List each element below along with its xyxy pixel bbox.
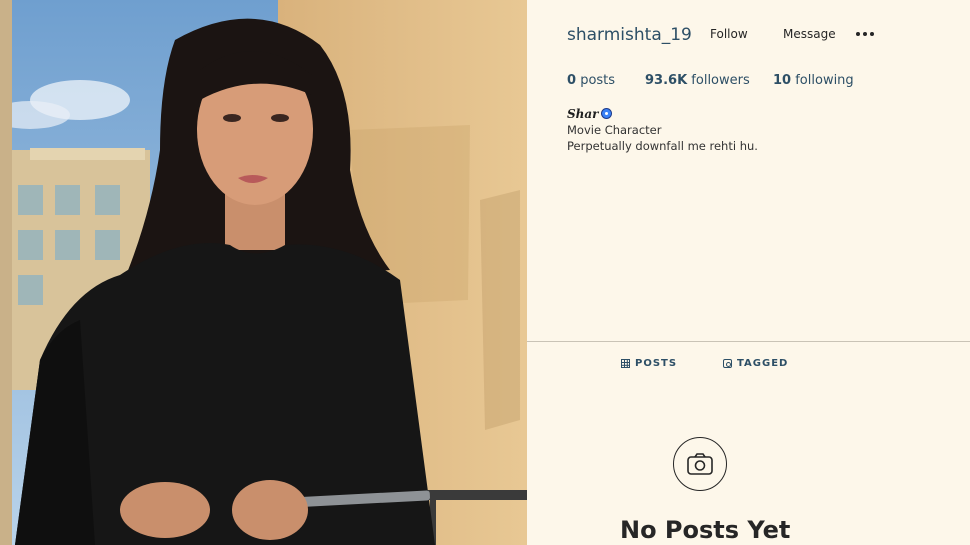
- followers-count-value: 93.6K: [645, 73, 688, 88]
- profile-panel: sharmishta_19 Follow Message 0 posts 93.…: [527, 0, 970, 545]
- camera-icon: [673, 437, 727, 491]
- followers-link[interactable]: 93.6K followers: [645, 73, 750, 88]
- tab-tagged-label: TAGGED: [737, 358, 789, 369]
- following-count-label: following: [795, 73, 854, 88]
- tab-posts[interactable]: POSTS: [621, 358, 677, 369]
- follow-button[interactable]: Follow: [710, 27, 748, 41]
- tag-icon: [723, 359, 732, 368]
- posts-count-label: posts: [580, 73, 616, 88]
- profile-display-name: Shar: [567, 107, 612, 121]
- posts-count-value: 0: [567, 73, 577, 88]
- tab-tagged[interactable]: TAGGED: [723, 358, 788, 369]
- grid-icon: [621, 359, 630, 368]
- following-link[interactable]: 10 following: [773, 73, 854, 88]
- profile-video-frame: [0, 0, 527, 545]
- bio-line-description: Perpetually downfall me rehti hu.: [567, 139, 758, 153]
- following-count-value: 10: [773, 73, 792, 88]
- more-options-icon[interactable]: [856, 31, 876, 37]
- profile-username[interactable]: sharmishta_19: [567, 25, 692, 45]
- display-name-text: Shar: [567, 107, 599, 121]
- tabs-divider: [527, 341, 970, 342]
- verified-badge-icon: [600, 108, 612, 119]
- posts-count: 0 posts: [567, 73, 615, 88]
- followers-count-label: followers: [691, 73, 750, 88]
- message-button[interactable]: Message: [783, 27, 836, 41]
- bio-line-category: Movie Character: [567, 123, 662, 137]
- tab-posts-label: POSTS: [635, 358, 678, 369]
- empty-state-title: No Posts Yet: [620, 516, 791, 544]
